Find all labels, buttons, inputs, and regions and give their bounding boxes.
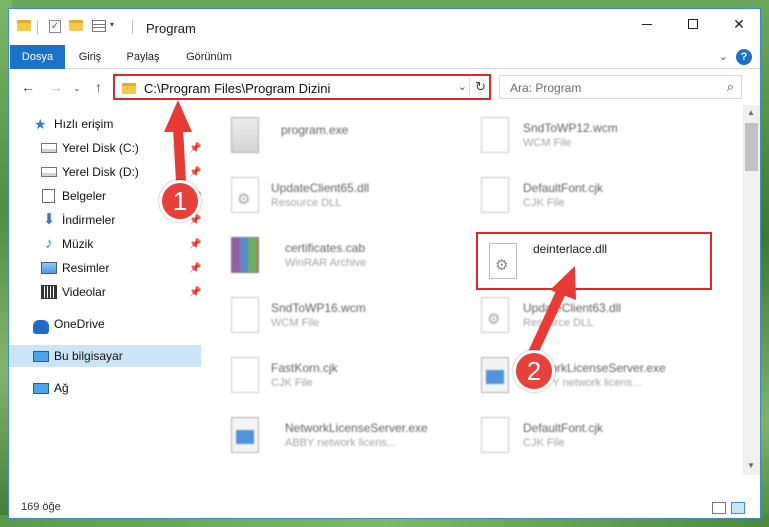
arrow-2 [527,266,576,360]
step-badge-2: 2 [513,350,555,392]
annotation-layer [164,100,576,360]
arrow-1 [164,100,192,187]
step-badge-1: 1 [159,180,201,222]
